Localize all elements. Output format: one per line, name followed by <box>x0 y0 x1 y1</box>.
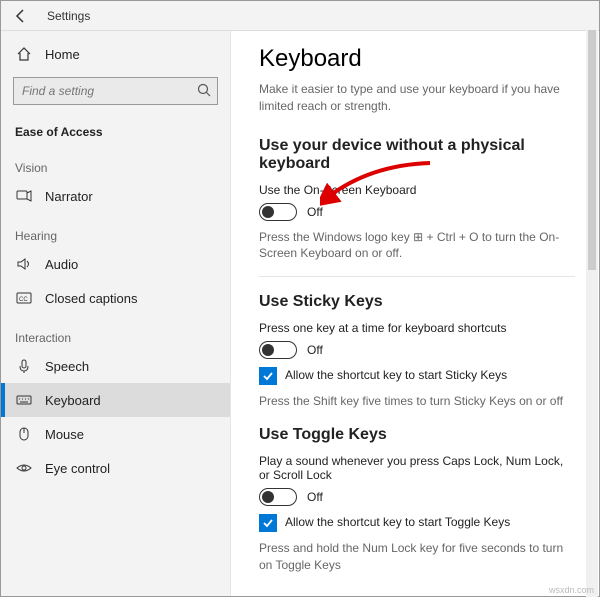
content-pane: Keyboard Make it easier to type and use … <box>231 31 599 596</box>
back-button[interactable] <box>1 1 41 31</box>
sidebar-item-label: Speech <box>45 359 89 374</box>
osk-toggle-row: Off <box>259 203 575 221</box>
sidebar-item-audio[interactable]: Audio <box>1 247 230 281</box>
toggle-knob <box>262 344 274 356</box>
sidebar-item-closed-captions[interactable]: CC Closed captions <box>1 281 230 315</box>
sticky-toggle-label: Off <box>307 343 323 357</box>
togglekeys-check-row: Allow the shortcut key to start Toggle K… <box>259 514 575 532</box>
sidebar-item-keyboard[interactable]: Keyboard <box>1 383 230 417</box>
narrator-icon <box>15 187 33 205</box>
sticky-check-row: Allow the shortcut key to start Sticky K… <box>259 367 575 385</box>
scrollbar[interactable] <box>586 30 598 597</box>
sidebar-item-mouse[interactable]: Mouse <box>1 417 230 451</box>
watermark: wsxdn.com <box>549 585 594 595</box>
sidebar-item-label: Narrator <box>45 189 93 204</box>
sticky-shortcut-checkbox[interactable] <box>259 367 277 385</box>
sidebar-item-label: Eye control <box>45 461 110 476</box>
scrollbar-thumb[interactable] <box>588 30 596 270</box>
svg-text:CC: CC <box>19 297 28 303</box>
sidebar-item-label: Keyboard <box>45 393 101 408</box>
toggle-knob <box>262 491 274 503</box>
page-description: Make it easier to type and use your keyb… <box>259 81 575 115</box>
group-vision: Vision <box>1 145 230 179</box>
sidebar-item-home[interactable]: Home <box>1 37 230 71</box>
home-icon <box>15 45 33 63</box>
section-heading-toggle-keys: Use Toggle Keys <box>259 426 575 444</box>
osk-toggle[interactable] <box>259 203 297 221</box>
sidebar-item-label: Mouse <box>45 427 84 442</box>
checkmark-icon <box>262 517 274 529</box>
page-title: Keyboard <box>259 45 575 73</box>
window-title: Settings <box>41 9 90 23</box>
sticky-toggle-row: Off <box>259 341 575 359</box>
search-input[interactable] <box>13 77 218 105</box>
togglekeys-check-label: Allow the shortcut key to start Toggle K… <box>285 514 510 529</box>
mouse-icon <box>15 425 33 443</box>
checkmark-icon <box>262 370 274 382</box>
closed-captions-icon: CC <box>15 289 33 307</box>
search-icon <box>196 82 212 98</box>
sticky-toggle[interactable] <box>259 341 297 359</box>
togglekeys-toggle-label: Off <box>307 490 323 504</box>
group-hearing: Hearing <box>1 213 230 247</box>
audio-icon <box>15 255 33 273</box>
osk-toggle-label: Off <box>307 205 323 219</box>
sticky-hint: Press the Shift key five times to turn S… <box>259 393 575 410</box>
search-wrap <box>1 71 230 115</box>
eye-icon <box>15 459 33 477</box>
windows-logo-icon: ⊞ <box>413 230 423 244</box>
sidebar: Home Ease of Access Vision Narrator Hear… <box>1 31 231 596</box>
divider <box>259 276 575 277</box>
togglekeys-toggle-row: Off <box>259 488 575 506</box>
section-heading-sticky: Use Sticky Keys <box>259 293 575 311</box>
body: Home Ease of Access Vision Narrator Hear… <box>1 31 599 596</box>
keyboard-icon <box>15 391 33 409</box>
toggle-knob <box>262 206 274 218</box>
togglekeys-toggle[interactable] <box>259 488 297 506</box>
back-arrow-icon <box>13 8 29 24</box>
sticky-sublabel: Press one key at a time for keyboard sho… <box>259 321 575 335</box>
sidebar-item-label: Closed captions <box>45 291 138 306</box>
section-heading-osk: Use your device without a physical keybo… <box>259 137 575 173</box>
sidebar-item-narrator[interactable]: Narrator <box>1 179 230 213</box>
togglekeys-sublabel: Play a sound whenever you press Caps Loc… <box>259 454 575 482</box>
togglekeys-hint: Press and hold the Num Lock key for five… <box>259 540 575 574</box>
togglekeys-shortcut-checkbox[interactable] <box>259 514 277 532</box>
sidebar-section-header: Ease of Access <box>1 115 230 145</box>
search-box <box>13 77 218 105</box>
speech-icon <box>15 357 33 375</box>
osk-hint: Press the Windows logo key ⊞ + Ctrl + O … <box>259 229 575 263</box>
sticky-check-label: Allow the shortcut key to start Sticky K… <box>285 367 507 382</box>
sidebar-item-label: Audio <box>45 257 78 272</box>
sidebar-item-eye-control[interactable]: Eye control <box>1 451 230 485</box>
osk-sublabel: Use the On-Screen Keyboard <box>259 183 575 197</box>
sidebar-item-label: Home <box>45 47 80 62</box>
settings-window: Settings Home Ease of Access Vision <box>0 0 600 597</box>
group-interaction: Interaction <box>1 315 230 349</box>
sidebar-item-speech[interactable]: Speech <box>1 349 230 383</box>
titlebar: Settings <box>1 1 599 31</box>
